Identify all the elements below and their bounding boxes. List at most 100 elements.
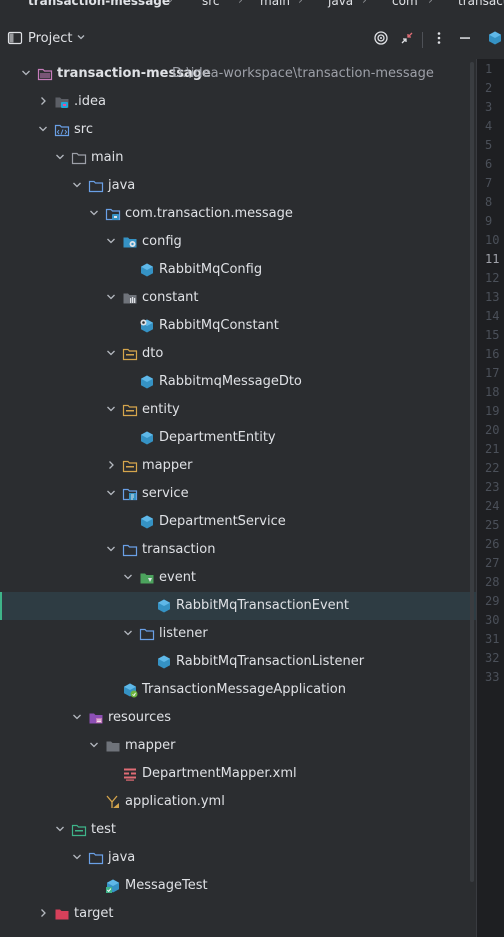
folder-plain-icon — [105, 738, 121, 754]
chevron-down-icon[interactable] — [88, 739, 100, 751]
breadcrumb-item[interactable]: java — [328, 0, 353, 8]
event-folder-icon — [139, 570, 155, 586]
tree-row[interactable]: TransactionMessageApplication — [0, 676, 476, 704]
tree-row[interactable]: mapper — [0, 452, 476, 480]
tree-row[interactable]: test — [0, 816, 476, 844]
tree-row[interactable]: entity — [0, 396, 476, 424]
tree-row[interactable]: RabbitMqTransactionEvent — [0, 592, 476, 620]
line-number: 6 — [485, 157, 493, 171]
tree-row[interactable]: MessageTest — [0, 872, 476, 900]
package-icon — [122, 346, 138, 362]
chevron-down-icon[interactable] — [122, 627, 134, 639]
tree-row[interactable]: DepartmentService — [0, 508, 476, 536]
breadcrumb-item[interactable]: com — [392, 0, 418, 8]
tree-row[interactable]: main — [0, 144, 476, 172]
tree-row[interactable]: src — [0, 116, 476, 144]
tree-row[interactable]: java — [0, 172, 476, 200]
tree-row[interactable]: mapper — [0, 732, 476, 760]
chevron-down-icon[interactable] — [37, 123, 49, 135]
class-icon — [139, 262, 155, 278]
tree-row[interactable]: config — [0, 228, 476, 256]
tree-row[interactable]: transaction — [0, 536, 476, 564]
tree-item-label: RabbitMqTransactionEvent — [176, 598, 350, 613]
tree-row[interactable]: DepartmentMapper.xml — [0, 760, 476, 788]
chevron-down-icon[interactable] — [122, 571, 134, 583]
breadcrumb-item[interactable]: src — [202, 0, 220, 8]
chevron-down-icon[interactable] — [88, 207, 100, 219]
chevron-down-icon[interactable] — [105, 347, 117, 359]
tree-row[interactable]: listener — [0, 620, 476, 648]
line-number: 1 — [485, 62, 493, 76]
target-folder-icon — [54, 906, 70, 922]
line-number: 14 — [485, 309, 500, 323]
tree-row[interactable]: RabbitMqConfig — [0, 256, 476, 284]
hide-icon[interactable] — [456, 30, 474, 48]
breadcrumb-item[interactable]: transaction-message — [28, 0, 170, 8]
tree-row[interactable]: application.yml — [0, 788, 476, 816]
tree-item-label: java — [108, 178, 136, 193]
line-number: 12 — [485, 271, 500, 285]
tree-row[interactable]: RabbitmqMessageDto — [0, 368, 476, 396]
editor-tab-class-icon[interactable] — [486, 30, 504, 48]
chevron-right-icon[interactable] — [105, 459, 117, 471]
breadcrumb-item[interactable]: transact — [458, 0, 504, 8]
locate-target-icon[interactable] — [372, 30, 390, 48]
chevron-down-icon[interactable] — [105, 403, 117, 415]
tree-row[interactable]: target — [0, 900, 476, 928]
tree-item-label: application.yml — [125, 794, 225, 809]
chevron-down-icon[interactable] — [54, 823, 66, 835]
package-app-icon — [105, 206, 121, 222]
chevron-down-icon[interactable] — [54, 151, 66, 163]
breadcrumb-separator: › — [298, 0, 303, 7]
chevron-down-icon[interactable] — [71, 711, 83, 723]
tree-row[interactable]: service — [0, 480, 476, 508]
tree-row[interactable]: .idea — [0, 88, 476, 116]
chevron-down-icon[interactable] — [105, 487, 117, 499]
tree-row[interactable]: RabbitMqTransactionListener — [0, 648, 476, 676]
line-number: 11 — [485, 252, 500, 266]
tree-item-label: com.transaction.message — [125, 206, 293, 221]
chevron-down-icon[interactable] — [76, 32, 86, 45]
tree-row[interactable]: event — [0, 564, 476, 592]
chevron-down-icon[interactable] — [105, 543, 117, 555]
more-options-icon[interactable] — [430, 30, 448, 48]
tree-row[interactable]: constant — [0, 284, 476, 312]
chevron-down-icon[interactable] — [71, 851, 83, 863]
line-number: 18 — [485, 385, 500, 399]
tree-item-label: constant — [142, 290, 199, 305]
line-number: 19 — [485, 404, 500, 418]
tree-item-label: transaction — [142, 542, 216, 557]
tree-item-label: mapper — [142, 458, 193, 473]
breadcrumb-item[interactable]: main — [260, 0, 290, 8]
class-icon — [156, 654, 172, 670]
project-tree[interactable]: transaction-message D:\idea-workspace\tra… — [0, 59, 476, 937]
chevron-down-icon[interactable] — [71, 179, 83, 191]
chevron-down-icon[interactable] — [105, 291, 117, 303]
chevron-down-icon[interactable] — [20, 67, 32, 79]
tree-row[interactable]: resources — [0, 704, 476, 732]
tree-item-label: resources — [108, 710, 172, 725]
tree-row[interactable]: java — [0, 844, 476, 872]
chevron-right-icon[interactable] — [37, 95, 49, 107]
tree-item-label: DepartmentMapper.xml — [142, 766, 297, 781]
line-number: 22 — [485, 461, 500, 475]
chevron-down-icon[interactable] — [105, 235, 117, 247]
toolwindow-title[interactable]: Project — [28, 31, 72, 46]
tree-item-label: TransactionMessageApplication — [142, 682, 346, 697]
tree-row[interactable]: transaction-message D:\idea-workspace\tra… — [0, 60, 476, 88]
tree-row[interactable]: RabbitMqConstant — [0, 312, 476, 340]
module-icon — [37, 66, 53, 82]
tree-item-label: service — [142, 486, 189, 501]
tree-row[interactable]: com.transaction.message — [0, 200, 476, 228]
tree-scrollbar[interactable] — [470, 62, 474, 882]
breadcrumb-separator: › — [168, 0, 173, 7]
tree-item-label: .idea — [74, 94, 106, 109]
breadcrumb-separator: › — [238, 0, 243, 7]
collapse-all-icon[interactable] — [398, 30, 416, 48]
line-number: 21 — [485, 442, 500, 456]
chevron-right-icon[interactable] — [37, 907, 49, 919]
folder-icon — [71, 150, 87, 166]
toolbar-divider — [422, 32, 423, 48]
tree-row[interactable]: DepartmentEntity — [0, 424, 476, 452]
tree-row[interactable]: dto — [0, 340, 476, 368]
